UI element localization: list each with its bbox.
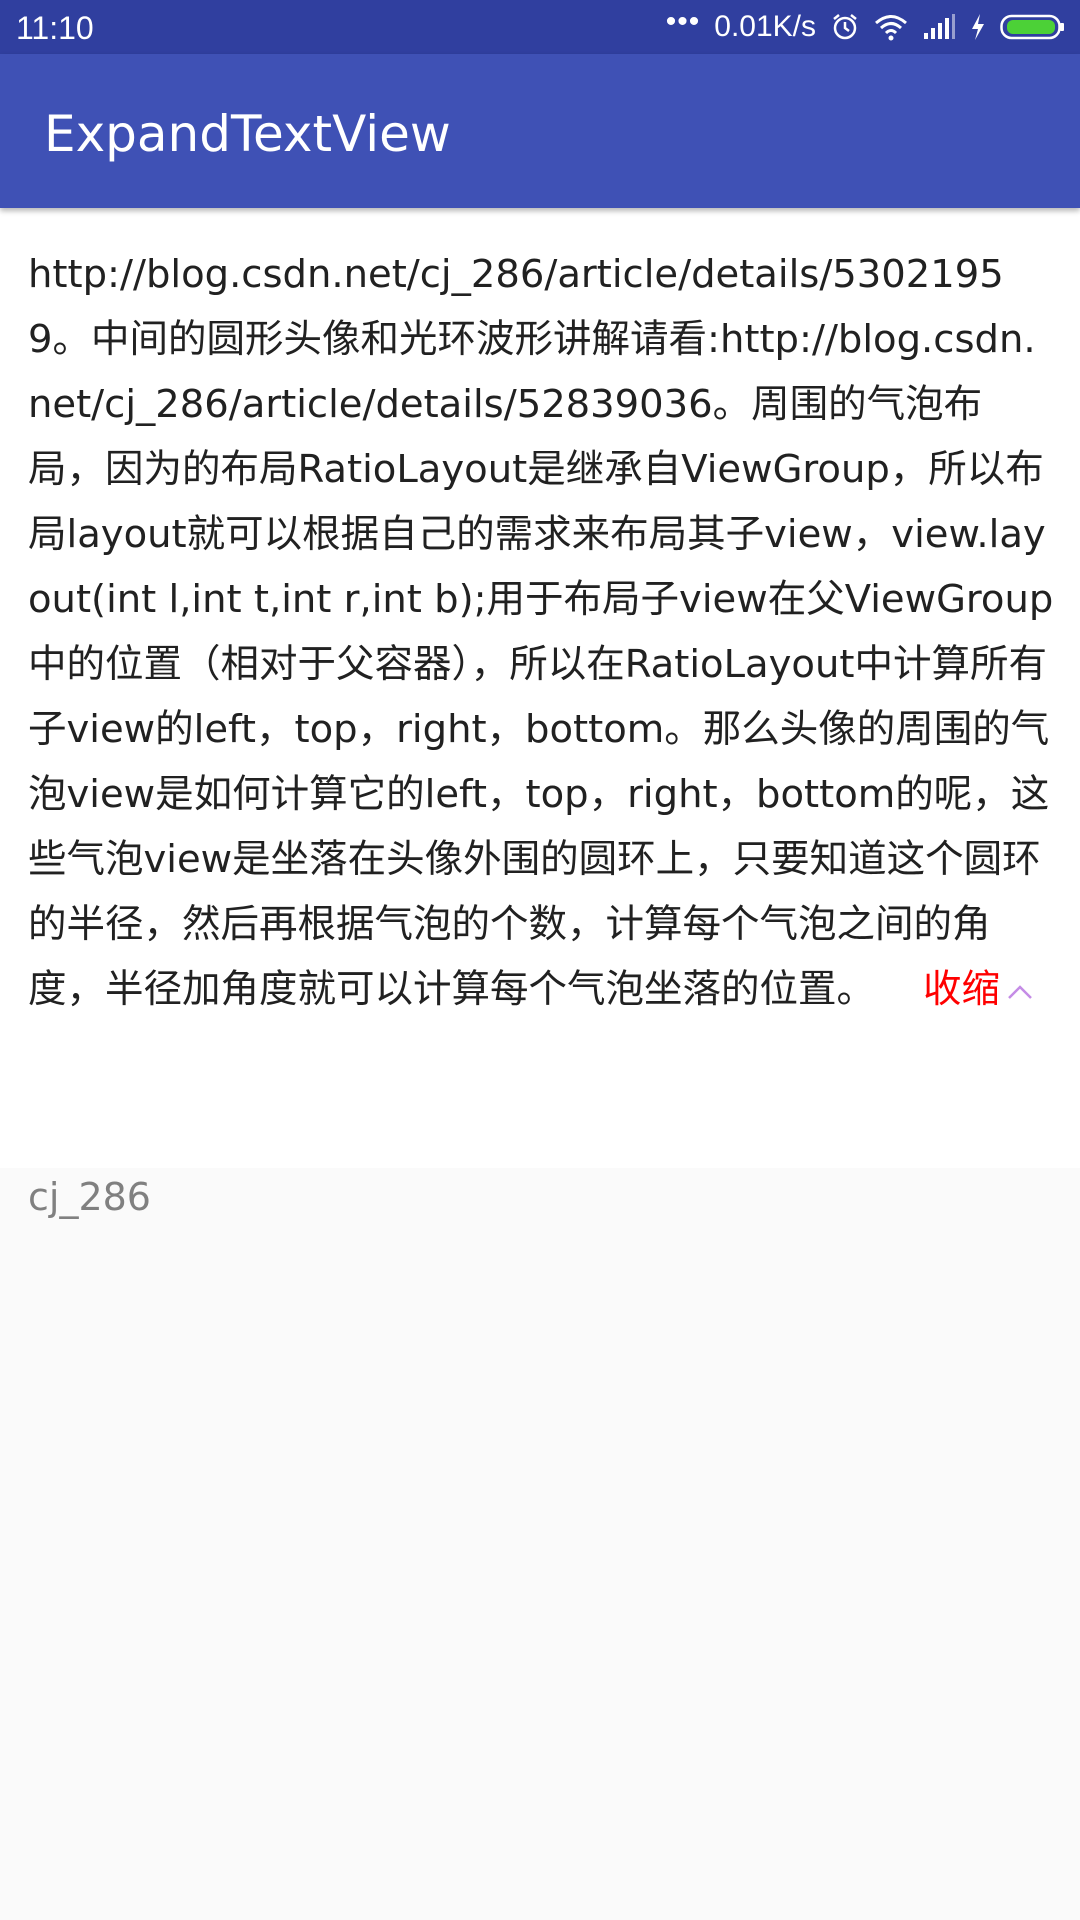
collapse-button[interactable]: 收缩 xyxy=(923,967,1034,1012)
expandable-text-card: http://blog.csdn.net/cj_286/article/deta… xyxy=(0,208,1080,1168)
wifi-icon xyxy=(875,15,907,41)
collapse-label: 收缩 xyxy=(923,967,1001,1012)
status-time: 11:10 xyxy=(16,10,94,46)
charging-icon xyxy=(972,14,984,40)
battery-icon xyxy=(1000,14,1064,40)
notification-dots: ••• xyxy=(665,5,701,38)
article-text: http://blog.csdn.net/cj_286/article/deta… xyxy=(28,242,1058,1022)
app-title: ExpandTextView xyxy=(44,105,451,163)
alarm-icon xyxy=(833,14,857,40)
signal-icon xyxy=(924,14,955,39)
network-speed: 0.01K/s xyxy=(714,10,816,43)
chevron-up-icon xyxy=(1008,984,1032,999)
status-bar: 11:10 ••• 0.01K/s xyxy=(0,0,1080,54)
article-body: http://blog.csdn.net/cj_286/article/deta… xyxy=(28,252,1054,1012)
app-bar: ExpandTextView xyxy=(0,54,1080,208)
author-name: cj_286 xyxy=(28,1175,151,1219)
status-icons: ••• 0.01K/s xyxy=(666,0,1066,54)
